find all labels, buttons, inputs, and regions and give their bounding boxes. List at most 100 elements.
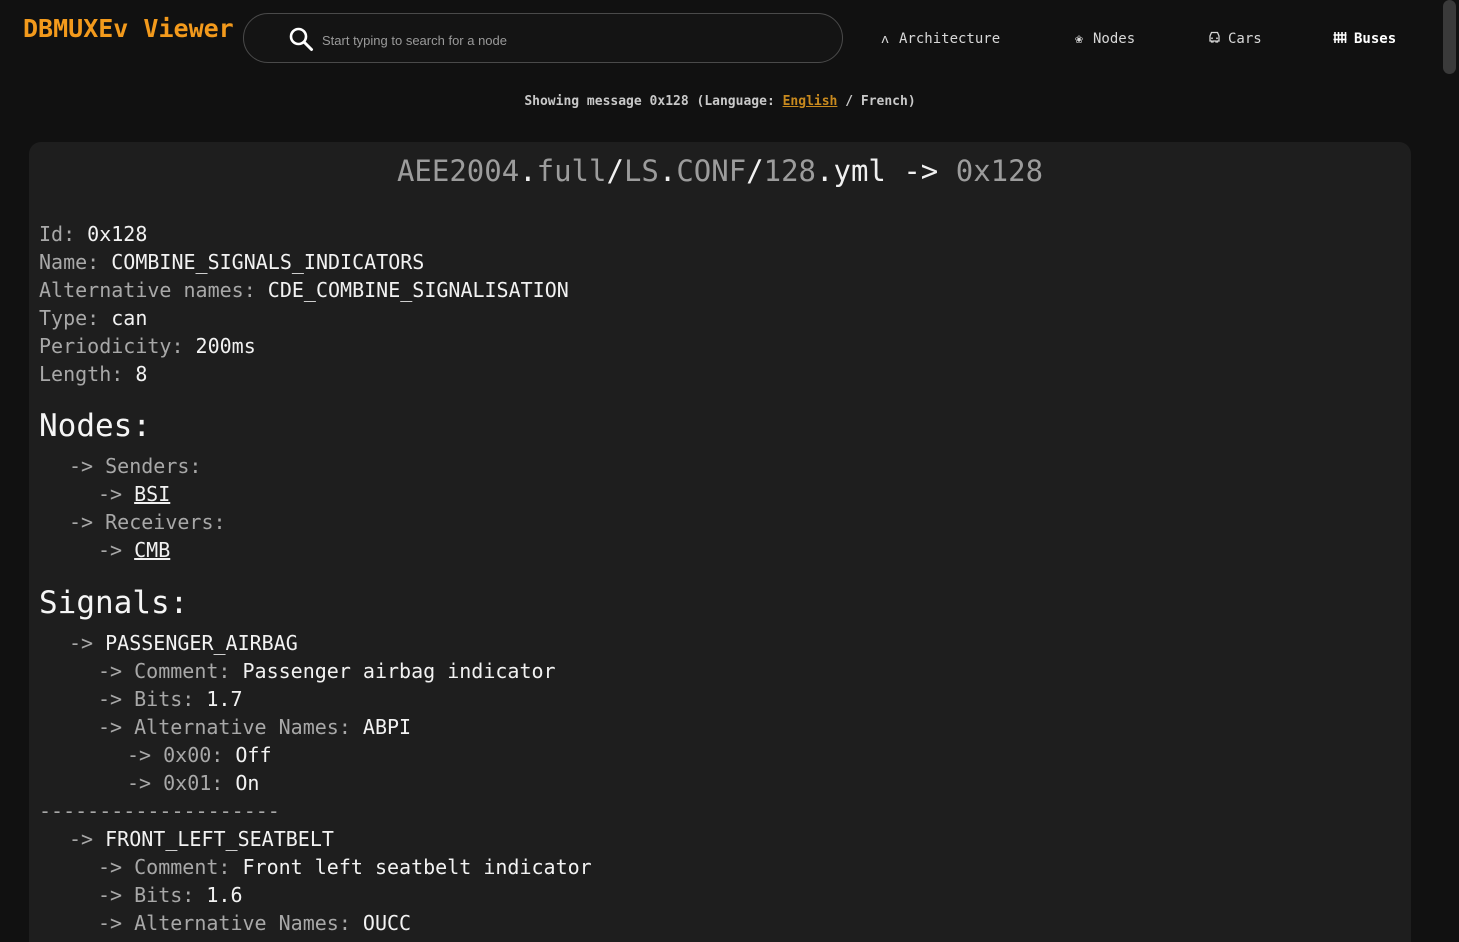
receivers-row: -> Receivers: (69, 508, 226, 536)
field-id: Id: 0x128 (39, 220, 147, 248)
title-part: 0x128 (955, 154, 1044, 188)
arrow: -> (98, 482, 123, 506)
arrow: -> (69, 510, 94, 534)
title-part: . (816, 154, 834, 188)
value-key: 0x01: (163, 771, 236, 795)
nav-architecture-label: Architecture (899, 31, 1001, 47)
title-part: yml (833, 154, 886, 188)
senders-label: Senders: (105, 454, 202, 478)
title-part: -> (885, 154, 956, 188)
field-value: 8 (135, 362, 148, 386)
signal-name: PASSENGER_AIRBAG (105, 631, 298, 655)
field-value: 200ms (195, 334, 256, 358)
receivers-label: Receivers: (105, 510, 226, 534)
nav-buses[interactable]: Buses (1333, 28, 1396, 50)
title-part: . (519, 154, 537, 188)
arrow: -> (98, 687, 123, 711)
nav-cars-label: Cars (1228, 31, 1262, 47)
field-key: Periodicity: (39, 334, 196, 358)
alt-names-key: Alternative Names: (134, 911, 363, 935)
app-logo[interactable]: DBMUXEv Viewer (23, 14, 234, 43)
bits-key: Bits: (134, 687, 207, 711)
title-part: 128 (763, 154, 817, 188)
alt-names-value: OUCC (362, 911, 412, 935)
field-alternative-names: Alternative names: CDE_COMBINE_SIGNALISA… (39, 276, 569, 304)
field-key: Alternative names: (39, 278, 268, 302)
value-label: Off (235, 743, 272, 767)
title-part: AEE2004 (396, 154, 520, 188)
subtitle-prefix: Showing message 0x128 (Language: (524, 94, 783, 109)
signal-bits-row: -> Bits: 1.6 (98, 881, 243, 909)
language-french-link[interactable]: French (861, 94, 908, 109)
field-value: can (111, 306, 148, 330)
field-key: Type: (39, 306, 112, 330)
node-link-bsi[interactable]: BSI (134, 482, 170, 506)
comment-value: Front left seatbelt indicator (242, 855, 592, 879)
title-part: LS (623, 154, 659, 188)
bits-value: 1.6 (206, 883, 243, 907)
node-link-cmb[interactable]: CMB (134, 538, 170, 562)
nodes-heading: Nodes: (39, 408, 151, 444)
signal-value-row: -> 0x00: Off (127, 741, 272, 769)
signal-name: FRONT_LEFT_SEATBELT (105, 827, 334, 851)
arrow: -> (127, 771, 152, 795)
message-file-title: AEE2004.full/LS.CONF/128.yml -> 0x128 (29, 154, 1411, 188)
buses-icon (1333, 31, 1347, 48)
field-length: Length: 8 (39, 360, 147, 388)
signal-separator: -------------------- (39, 799, 280, 823)
field-periodicity: Periodicity: 200ms (39, 332, 256, 360)
comment-value: Passenger airbag indicator (242, 659, 556, 683)
bits-key: Bits: (134, 883, 207, 907)
signal-name-row: -> FRONT_LEFT_SEATBELT (69, 825, 334, 853)
value-label: On (235, 771, 260, 795)
nav-cars[interactable]: Cars (1207, 28, 1262, 50)
arrow: -> (69, 631, 94, 655)
nav-nodes[interactable]: ❀ Nodes (1072, 28, 1135, 50)
title-part: full (536, 154, 607, 188)
subtitle-suffix: ) (907, 94, 916, 109)
field-key: Length: (39, 362, 136, 386)
nodes-icon: ❀ (1075, 31, 1083, 47)
page-subtitle: Showing message 0x128 (Language: English… (0, 94, 1440, 109)
arrow: -> (69, 454, 94, 478)
title-part: / (606, 154, 624, 188)
subtitle-separator: / (837, 94, 861, 109)
sender-row: -> BSI (98, 480, 170, 508)
signal-alt-names-row: -> Alternative Names: OUCC (98, 909, 411, 937)
field-key: Id: (39, 222, 88, 246)
nav-architecture[interactable]: ᴧ Architecture (878, 28, 1000, 50)
alt-names-value: ABPI (362, 715, 412, 739)
scrollbar-thumb[interactable] (1443, 0, 1456, 74)
field-type: Type: can (39, 304, 147, 332)
field-name: Name: COMBINE_SIGNALS_INDICATORS (39, 248, 424, 276)
alt-names-key: Alternative Names: (134, 715, 363, 739)
arrow: -> (98, 855, 123, 879)
signal-comment-row: -> Comment: Front left seatbelt indicato… (98, 853, 592, 881)
car-icon (1207, 31, 1221, 47)
field-key: Name: (39, 250, 112, 274)
value-key: 0x00: (163, 743, 236, 767)
arrow: -> (98, 883, 123, 907)
arrow: -> (127, 743, 152, 767)
search-box[interactable] (243, 13, 843, 63)
senders-row: -> Senders: (69, 452, 201, 480)
language-english-link[interactable]: English (783, 94, 838, 109)
title-part: CONF (676, 154, 747, 188)
field-value: 0x128 (87, 222, 148, 246)
title-part: . (658, 154, 677, 188)
arrow: -> (98, 659, 123, 683)
comment-key: Comment: (134, 855, 243, 879)
receiver-row: -> CMB (98, 536, 170, 564)
title-part: / (746, 154, 764, 188)
search-input[interactable] (320, 26, 824, 54)
signal-value-row: -> 0x01: On (127, 769, 259, 797)
architecture-icon: ᴧ (881, 31, 889, 47)
nav-nodes-label: Nodes (1093, 31, 1136, 47)
top-bar: DBMUXEv Viewer ᴧ Architecture ❀ Nodes Ca… (0, 0, 1459, 80)
search-icon (288, 26, 314, 52)
page-scrollbar[interactable] (1440, 0, 1459, 942)
field-value: CDE_COMBINE_SIGNALISATION (267, 278, 569, 302)
bits-value: 1.7 (206, 687, 243, 711)
signal-comment-row: -> Comment: Passenger airbag indicator (98, 657, 556, 685)
arrow: -> (69, 827, 94, 851)
